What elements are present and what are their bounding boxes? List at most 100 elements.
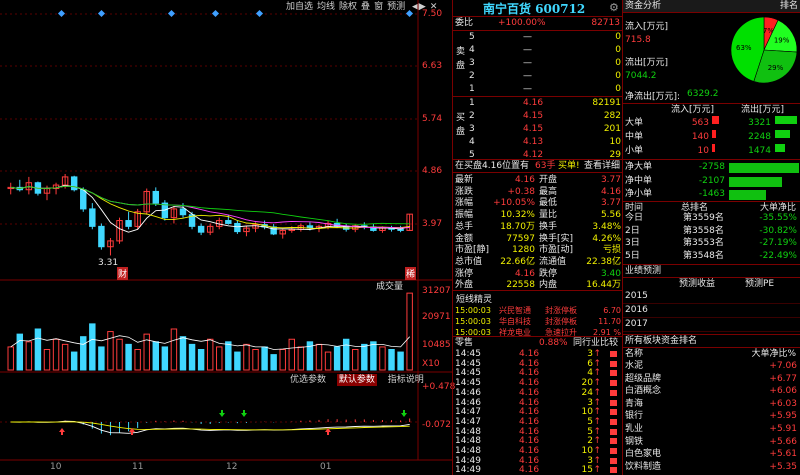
optimal-params-button[interactable]: 优选参数	[288, 374, 328, 386]
book-row[interactable]: 4 4.13 10	[453, 136, 623, 149]
tick-marker-icon	[610, 448, 617, 454]
volume-bar	[134, 349, 141, 371]
tick-volume: 6	[587, 358, 593, 369]
book-row[interactable]: 1 4.16 82191	[453, 97, 623, 110]
book-price: —	[523, 58, 532, 68]
flow-header: 流入[万元] 流出[万元]	[623, 103, 800, 116]
sector-row[interactable]: 超级品牌 +6.77	[623, 373, 800, 385]
sector-list: 水泥 +7.06 超级品牌 +6.77 白酒概念 +6.06 青海 +6.03 银行 +5.95 乳…	[623, 360, 800, 475]
tick-price: 4.16	[519, 378, 540, 389]
tick-price: 4.16	[519, 455, 540, 466]
forecast-table: 2015 2016 2017	[623, 290, 800, 332]
tick-volume: 5	[587, 416, 593, 427]
tick-volume: 10	[581, 446, 593, 456]
volume-bar	[89, 323, 96, 371]
net-label: 净中单	[625, 175, 653, 186]
sector-row[interactable]: 乳业 +5.91	[623, 423, 800, 435]
tick-volume: 5	[587, 426, 593, 437]
volume-tab[interactable]: 成交量	[376, 279, 403, 292]
weibi-row: 委比 +100.00% 82713	[453, 16, 622, 30]
forecast-year: 2017	[625, 319, 648, 329]
tick-price: 4.16	[519, 436, 540, 447]
book-level: 3	[469, 58, 475, 68]
sector-row[interactable]: 青海 +6.03	[623, 398, 800, 410]
candle-body	[89, 208, 96, 227]
candle-body	[98, 225, 105, 248]
book-row[interactable]: 3 4.15 201	[453, 123, 623, 136]
book-price: 4.15	[523, 124, 544, 134]
book-price: —	[523, 71, 532, 81]
net-row: 净大单 -2758	[623, 161, 800, 174]
flow-in: 10	[697, 146, 709, 156]
sector-row[interactable]: 水泥 +7.06	[623, 360, 800, 372]
tick-price: 4.16	[519, 426, 540, 437]
tick-arrow-icon: ↑	[593, 446, 601, 456]
tick-price: 4.16	[519, 368, 540, 379]
finance-badge[interactable]: 财	[117, 267, 129, 280]
tick-volume: 15	[581, 465, 593, 475]
book-row[interactable]: 3 — 0	[453, 57, 623, 70]
book-volume: 0	[615, 58, 621, 68]
stat-row: 涨跌 +0.38 最高 4.16	[453, 186, 623, 198]
flow-label: 大单	[625, 118, 644, 128]
sector-row[interactable]: 钢铁 +5.66	[623, 436, 800, 448]
sector-row[interactable]: 白色家电 +5.61	[623, 448, 800, 460]
tick-volume: 3	[587, 397, 593, 408]
tick-arrow-icon: ↑	[593, 378, 601, 389]
indicator-help-button[interactable]: 指标说明	[386, 374, 426, 386]
default-params-button[interactable]: 默认参数	[336, 374, 377, 386]
volume-bar	[98, 346, 105, 371]
dilution-badge[interactable]: 稀	[405, 267, 417, 280]
pie-label: 29%	[768, 64, 784, 72]
tick-price: 4.16	[519, 387, 540, 398]
stock-title: 南宁百货 600712 ⚙	[453, 0, 623, 16]
stat-row: 金额 77597 换手[实] 4.26%	[453, 233, 623, 245]
volume-bar	[161, 346, 169, 371]
price-tick: 4.86	[422, 166, 443, 176]
sector-row[interactable]: 银行 +5.95	[623, 410, 800, 422]
volume-bar	[379, 346, 386, 371]
tick-time: 14:45	[455, 378, 481, 389]
book-row[interactable]: 1 — 0	[453, 83, 623, 96]
tick-marker-icon	[610, 360, 617, 367]
book-level: 5	[469, 32, 475, 42]
tick-price: 4.16	[519, 349, 540, 359]
pie-label: 63%	[736, 44, 752, 52]
news-item[interactable]: 15:00:03 兴民智通 封涨停板 6.70	[453, 304, 623, 315]
volume-bar	[397, 351, 404, 371]
volume-bar	[406, 292, 413, 371]
rank-ratio: -27.19%	[759, 238, 797, 248]
news-item[interactable]: 15:00:03 华自科技 封涨停板 11.70	[453, 315, 623, 326]
tick-time: 14:47	[455, 416, 481, 427]
rank-time: 今日	[625, 213, 644, 223]
sector-name: 超级品牌	[625, 373, 662, 384]
sector-row[interactable]: 饮料制造 +5.35	[623, 461, 800, 473]
tick-price: 4.16	[519, 358, 540, 369]
sector-row[interactable]: 白酒概念 +6.06	[623, 385, 800, 397]
sector-ratio: +5.66	[769, 436, 797, 447]
book-row[interactable]: 4 — 0	[453, 44, 623, 57]
book-price: —	[523, 84, 532, 94]
tick-arrow-icon: ↑	[593, 349, 601, 359]
volume-bar	[80, 336, 87, 371]
sector-ratio: +6.77	[769, 373, 797, 384]
sell-book: 卖盘 5—0 4—0 3—0 2—0 1—0	[453, 30, 623, 96]
date-tick: 01	[320, 462, 332, 472]
book-price: 4.13	[523, 137, 544, 147]
book-volume: 10	[609, 137, 621, 147]
sector-name: 白色家电	[625, 449, 662, 460]
macd-tick: +0.478	[422, 382, 456, 392]
candlestick-chart[interactable]	[0, 0, 452, 475]
volume-bar	[25, 341, 33, 371]
volume-bar	[261, 346, 268, 371]
flow-in-bar	[712, 144, 716, 152]
book-row[interactable]: 5 — 0	[453, 31, 623, 44]
book-row[interactable]: 2 — 0	[453, 70, 623, 83]
gear-icon[interactable]: ⚙	[609, 1, 619, 14]
signal-arrow-icon	[401, 410, 407, 417]
tick-volume: 10	[581, 407, 593, 418]
forecast-row: 2016	[623, 304, 800, 318]
stat-row: 最新 4.16 开盘 3.77	[453, 174, 623, 186]
price-tick: 6.63	[422, 61, 443, 71]
book-row[interactable]: 2 4.15 282	[453, 110, 623, 123]
